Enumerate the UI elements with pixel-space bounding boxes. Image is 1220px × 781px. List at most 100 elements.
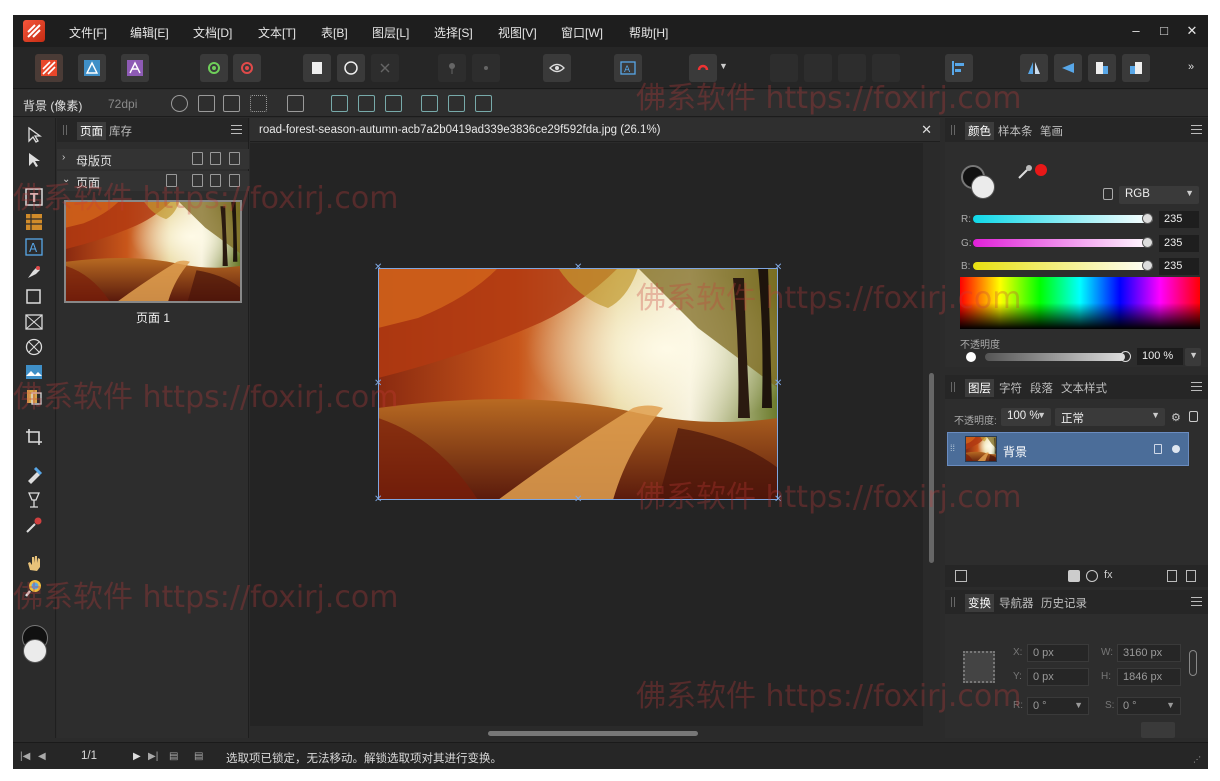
blue-value-field[interactable]: 235 (1159, 258, 1199, 275)
delete-page-icon[interactable] (229, 174, 240, 187)
text-frame-tool-icon[interactable]: T (25, 188, 43, 206)
selection-handle[interactable]: ✕ (574, 263, 582, 273)
opacity-value-field[interactable]: 100 % (1137, 348, 1183, 365)
tab-history[interactable]: 历史记录 (1041, 595, 1087, 611)
panel-menu-icon[interactable] (1191, 125, 1202, 134)
color-picker-tool-icon[interactable] (25, 516, 43, 534)
center-icon[interactable] (223, 95, 240, 112)
selection-handle[interactable]: ✕ (774, 495, 782, 505)
replace-image-icon[interactable] (287, 95, 304, 112)
pages-row[interactable]: ⌄ 页面 (57, 171, 249, 191)
fit-icon[interactable] (198, 95, 215, 112)
align-middle-icon[interactable] (358, 95, 375, 112)
panel-grip-icon[interactable] (951, 382, 955, 392)
page-icon[interactable] (303, 54, 331, 82)
delete-layer-icon[interactable] (1186, 570, 1196, 582)
node-tool-icon[interactable] (25, 151, 43, 169)
transform-origin-button[interactable] (1141, 722, 1175, 738)
ellipse-frame-tool-icon[interactable] (25, 338, 43, 356)
flip-vertical-icon[interactable] (1054, 54, 1082, 82)
delete-master-icon[interactable] (229, 152, 240, 165)
preview-eye-icon[interactable] (543, 54, 571, 82)
vertical-scrollbar[interactable] (923, 143, 940, 726)
add-master-icon[interactable] (192, 152, 203, 165)
opacity-slider[interactable] (985, 353, 1125, 361)
grid-icon[interactable] (250, 95, 267, 112)
constrain-proportions-icon[interactable] (1189, 650, 1197, 676)
add-page-icon[interactable] (192, 174, 203, 187)
red-slider-knob[interactable] (1142, 213, 1153, 224)
master-pages-row[interactable]: › 母版页 (57, 149, 249, 169)
arrange-icon-4[interactable] (872, 54, 900, 82)
text-frame-icon[interactable]: A (614, 54, 642, 82)
chevron-down-icon[interactable]: ⌄ (62, 174, 70, 185)
hand-tool-icon[interactable] (25, 554, 43, 572)
panel-menu-icon[interactable] (231, 125, 242, 134)
horizontal-scroll-thumb[interactable] (488, 731, 698, 736)
transparency-tool-icon[interactable] (25, 491, 43, 509)
menu-window[interactable]: 窗口[W] (561, 24, 603, 41)
document-tab[interactable]: road-forest-season-autumn-acb7a2b0419ad3… (250, 118, 940, 142)
x-field[interactable]: 0 px (1027, 644, 1089, 662)
green-slider-knob[interactable] (1142, 237, 1153, 248)
add-layer-icon[interactable] (1167, 570, 1177, 582)
fill-tool-icon[interactable] (25, 466, 43, 484)
prev-page-icon[interactable]: ◀ (38, 751, 46, 762)
last-page-icon[interactable]: ▶| (148, 751, 158, 762)
minimize-button[interactable]: – (1127, 22, 1145, 40)
tab-text-styles[interactable]: 文本样式 (1061, 380, 1107, 396)
selection-handle[interactable]: ✕ (774, 379, 782, 389)
tab-pages[interactable]: 页面 (77, 122, 106, 140)
place-image-tool-icon[interactable] (25, 363, 43, 381)
red-value-field[interactable]: 235 (1159, 211, 1199, 228)
circle-frame-icon[interactable] (337, 54, 365, 82)
layer-row-background[interactable]: ⁞⁞ 背景 (947, 432, 1189, 466)
dot-icon[interactable] (472, 54, 500, 82)
menu-help[interactable]: 帮助[H] (629, 24, 668, 41)
chevron-down-icon[interactable]: ▼ (719, 61, 728, 71)
y-field[interactable]: 0 px (1027, 668, 1089, 686)
designer-persona-icon[interactable] (78, 54, 106, 82)
blue-slider[interactable] (973, 262, 1153, 270)
horizontal-scrollbar[interactable] (250, 726, 940, 740)
snapping-magnet-icon[interactable] (689, 54, 717, 82)
shear-field[interactable]: 0 ° ▼ (1117, 697, 1181, 715)
align-bottom-icon[interactable] (385, 95, 402, 112)
arrange-icon-2[interactable] (804, 54, 832, 82)
selection-handle[interactable]: ✕ (574, 495, 582, 505)
anchor-point-selector[interactable] (963, 651, 995, 683)
blend-mode-dropdown[interactable]: 正常 ▼ (1055, 408, 1165, 426)
layer-visibility-icon[interactable] (1172, 445, 1180, 453)
pin-icon[interactable] (438, 54, 466, 82)
layer-locked-icon[interactable] (1154, 444, 1162, 454)
align-left-icon[interactable] (945, 54, 973, 82)
pen-tool-icon[interactable] (25, 263, 43, 281)
fill-swatch[interactable] (971, 175, 995, 199)
tab-navigator[interactable]: 导航器 (999, 595, 1034, 611)
green-slider[interactable] (973, 239, 1153, 247)
menu-layer[interactable]: 图层[L] (372, 24, 409, 41)
selection-handle[interactable]: ✕ (774, 263, 782, 273)
color-spectrum[interactable] (960, 277, 1200, 329)
opacity-dropdown[interactable]: ▼ (1185, 348, 1201, 366)
menu-select[interactable]: 选择[S] (434, 24, 473, 41)
menu-view[interactable]: 视图[V] (498, 24, 537, 41)
publisher-persona-icon[interactable] (35, 54, 63, 82)
fill-color-swatch[interactable] (23, 639, 47, 663)
menu-document[interactable]: 文档[D] (193, 24, 232, 41)
spread-icon[interactable]: ▤ (169, 751, 178, 762)
copy-layer-icon[interactable] (955, 570, 967, 582)
flip-horizontal-icon[interactable] (1020, 54, 1048, 82)
crosshair-icon[interactable] (171, 95, 188, 112)
menu-text[interactable]: 文本[T] (258, 24, 296, 41)
drag-handle-icon[interactable]: ⁞⁞ (950, 443, 955, 453)
document-canvas[interactable]: ✕ ✕ ✕ ✕ ✕ ✕ ✕ ✕ (250, 143, 923, 726)
crop-tool-icon[interactable] (25, 428, 43, 446)
move-tool-icon[interactable] (25, 126, 43, 144)
green-value-field[interactable]: 235 (1159, 235, 1199, 252)
distribute-bottom-icon[interactable] (475, 95, 492, 112)
distribute-top-icon[interactable] (421, 95, 438, 112)
artwork-image[interactable]: ✕ ✕ ✕ ✕ ✕ ✕ ✕ ✕ (374, 263, 782, 505)
red-slider[interactable] (973, 215, 1153, 223)
tab-character[interactable]: 字符 (999, 380, 1022, 396)
